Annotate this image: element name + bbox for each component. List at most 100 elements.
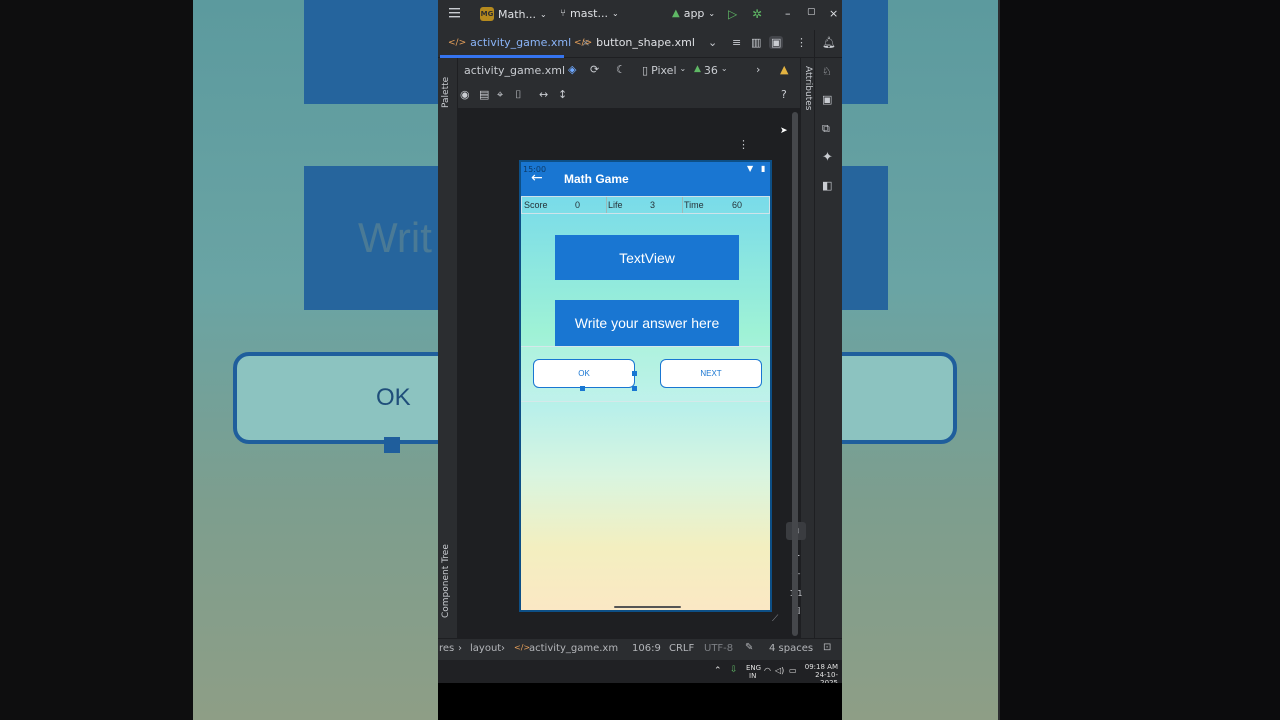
next-button[interactable]: NEXT [660,359,762,388]
clock[interactable]: 09:18 AM 24-10-2025 [802,663,838,683]
wifi-icon: ▼ [747,164,754,173]
design-surface-icon[interactable]: ◈ [568,63,576,76]
phone-preview: 15:00 ▼ ▮ ← Math Game Score 0 Life 3 Tim… [519,160,772,612]
branch-name: mast... [570,7,608,20]
attributes-panel-toggle[interactable]: Attributes [803,66,813,110]
code-style-icon[interactable]: ✎ [745,642,753,653]
volume-icon[interactable]: ◁) [775,666,784,675]
run-icon[interactable]: ▷ [728,7,737,21]
lock-icon[interactable]: ⊡ [823,642,831,653]
maximize-icon[interactable]: ▢ [807,7,816,17]
minimize-icon[interactable]: – [785,7,791,20]
divider [682,197,683,213]
time-value: 60 [732,200,743,210]
night-mode-icon[interactable]: ☾ [616,63,626,76]
hamburger-menu-icon[interactable] [448,6,461,19]
indent-setting[interactable]: 4 spaces [769,643,813,654]
life-label: Life [608,200,623,210]
tab-label: button_shape.xml [596,36,695,49]
device-manager-icon[interactable]: ▣ [822,93,832,106]
phone-icon: ▯ [642,64,649,77]
divider [606,197,607,213]
component-tree-panel-toggle[interactable]: Component Tree [441,544,451,618]
expand-horizontal-icon[interactable]: ↔ [539,88,548,101]
view-options-toolbar: ◉ ▤ ⌖ ⌷ ↔ ↕ ? [458,84,820,108]
android-icon: ▲ [672,8,680,19]
download-icon[interactable]: ⇩ [730,665,738,675]
chevron-down-icon: ⌄ [679,64,687,73]
language-indicator[interactable]: ENG IN [746,664,761,680]
tab-label: activity_game.xml [470,36,572,49]
background-ok-text: OK [376,384,411,411]
chevron-right-icon[interactable]: › [756,63,760,76]
title-bar: MG Math... ⌄ ⑂ mast... ⌄ ▲ app ⌄ ▷ ✲ – ▢… [438,0,842,30]
palette-panel-toggle[interactable]: Palette [441,77,451,108]
close-icon[interactable]: × [829,7,838,20]
line-separator[interactable]: CRLF [669,643,694,654]
android-studio-window: MG Math... ⌄ ⑂ mast... ⌄ ▲ app ⌄ ▷ ✲ – ▢… [438,0,842,683]
api-level-selector[interactable]: ▲ 36 ⌄ [694,64,728,77]
project-name: Math... [498,7,537,21]
os-taskbar: ⌃ ⇩ ENG IN ◠ ◁) ▭ 09:18 AM 24-10-2025 [438,660,842,683]
gradle-icon[interactable]: ♘ [822,65,832,78]
canvas-options-icon[interactable]: ⋮ [738,138,749,151]
background-right-panel [1000,0,1280,720]
score-row: Score 0 Life 3 Time 60 [521,196,770,214]
branch-selector[interactable]: ⑂ mast... ⌄ [560,7,619,20]
blueprint-icon[interactable]: ▤ [479,88,489,101]
ok-button[interactable]: OK [533,359,635,388]
canvas-scrollbar[interactable] [792,112,798,636]
back-arrow-icon[interactable]: ← [531,170,543,186]
answer-edittext[interactable]: Write your answer here [555,300,739,346]
device-explorer-icon[interactable]: ◧ [822,179,832,192]
breadcrumb-layout[interactable]: layout [470,643,501,654]
tab-button-shape[interactable]: </> button_shape.xml [574,36,695,49]
split-view-icon[interactable]: ▥ [751,36,761,49]
bottom-black-area [438,683,842,720]
layout-file-selector[interactable]: activity_game.xml ⌄ [464,64,576,77]
background-handle [384,437,400,453]
time-label: Time [684,200,704,210]
layout-file-name: activity_game.xml [464,64,566,77]
device-selector[interactable]: ▯ Pixel ⌄ [642,64,686,77]
breadcrumb-file[interactable]: activity_game.xm [529,643,618,654]
run-config-name: app [683,7,705,20]
design-view-icon[interactable]: ▣ [769,36,784,49]
eye-icon[interactable]: ◉ [460,88,470,101]
help-icon[interactable]: ? [781,88,787,101]
resize-handle[interactable] [632,371,637,376]
run-config-selector[interactable]: ▲ app ⌄ [672,7,715,20]
project-selector[interactable]: MG Math... ⌄ [480,7,547,21]
gemini-icon[interactable]: ✦ [822,150,833,165]
region-code: IN [749,672,757,680]
question-textview[interactable]: TextView [555,235,739,280]
tabs-dropdown-icon[interactable]: ⌄ [708,36,717,49]
warning-icon[interactable]: ▲ [780,63,788,76]
design-canvas[interactable]: ⋮ ➤ 15:00 ▼ ▮ ← Math Game Score 0 Life 3… [458,108,806,638]
expand-vertical-icon[interactable]: ↕ [558,88,567,101]
api-level: 36 [703,64,718,77]
breadcrumb-res[interactable]: res [439,643,454,654]
orientation-icon[interactable]: ⟳ [590,63,599,76]
wifi-icon[interactable]: ◠ [764,666,771,675]
tab-activity-game[interactable]: </> activity_game.xml × [448,36,590,49]
life-value: 3 [650,200,656,210]
chevron-up-icon[interactable]: ⌃ [714,666,722,676]
resize-handle[interactable] [580,386,585,391]
cursor-position[interactable]: 106:9 [632,643,661,654]
code-view-icon[interactable]: ≡ [732,36,741,49]
battery-icon[interactable]: ▭ [789,666,797,675]
notifications-icon[interactable]: 🔔︎ [822,36,836,49]
running-devices-icon[interactable]: ⧉ [822,122,830,136]
background-left-panel [0,0,193,720]
resize-handle[interactable] [632,386,637,391]
debug-icon[interactable]: ✲ [752,7,762,21]
file-encoding[interactable]: UTF-8 [704,643,733,654]
resize-corner-icon[interactable]: ⟋ [772,614,778,624]
more-options-icon[interactable]: ⋮ [796,36,807,49]
left-tool-strip: Palette Component Tree [438,58,458,638]
mouse-cursor-icon: ➤ [780,126,788,136]
magnet-icon[interactable]: ⌖ [497,88,503,102]
margin-icon[interactable]: ⌷ [515,88,522,102]
right-tool-strip: 🔔︎ ♘ ▣ ⧉ ✦ ◧ [814,30,842,638]
